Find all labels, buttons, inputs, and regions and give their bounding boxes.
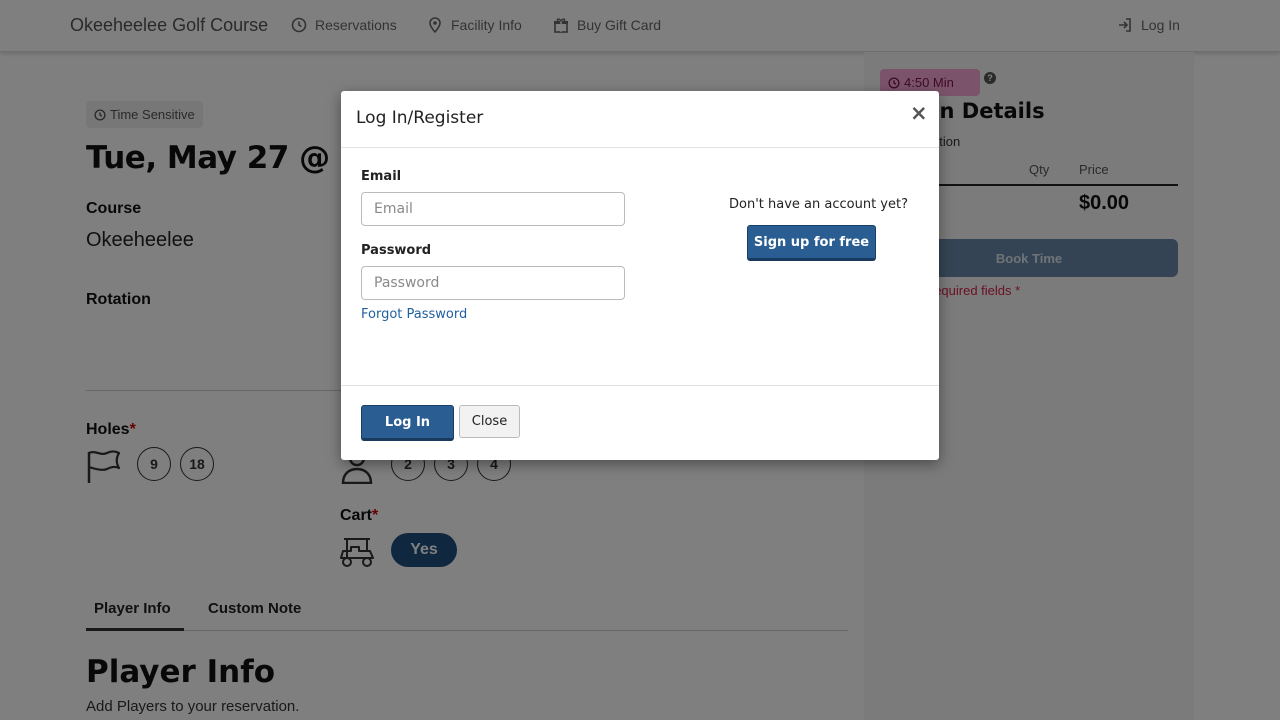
forgot-password-link[interactable]: Forgot Password <box>361 307 467 322</box>
modal-title: Log In/Register <box>356 108 484 128</box>
password-label: Password <box>361 243 432 258</box>
no-account-text: Don't have an account yet? <box>729 197 908 212</box>
close-button[interactable]: Close <box>459 405 520 438</box>
sign-up-button[interactable]: Sign up for free <box>747 225 876 261</box>
password-input[interactable] <box>361 266 625 300</box>
modal-footer-divider <box>341 385 939 386</box>
modal-close-icon[interactable]: × <box>910 103 928 124</box>
email-input[interactable] <box>361 192 625 226</box>
log-in-button[interactable]: Log In <box>361 405 454 441</box>
modal-header-divider <box>341 147 939 148</box>
login-register-modal: Log In/Register × Email Password Forgot … <box>341 91 939 460</box>
email-label: Email <box>361 169 402 184</box>
